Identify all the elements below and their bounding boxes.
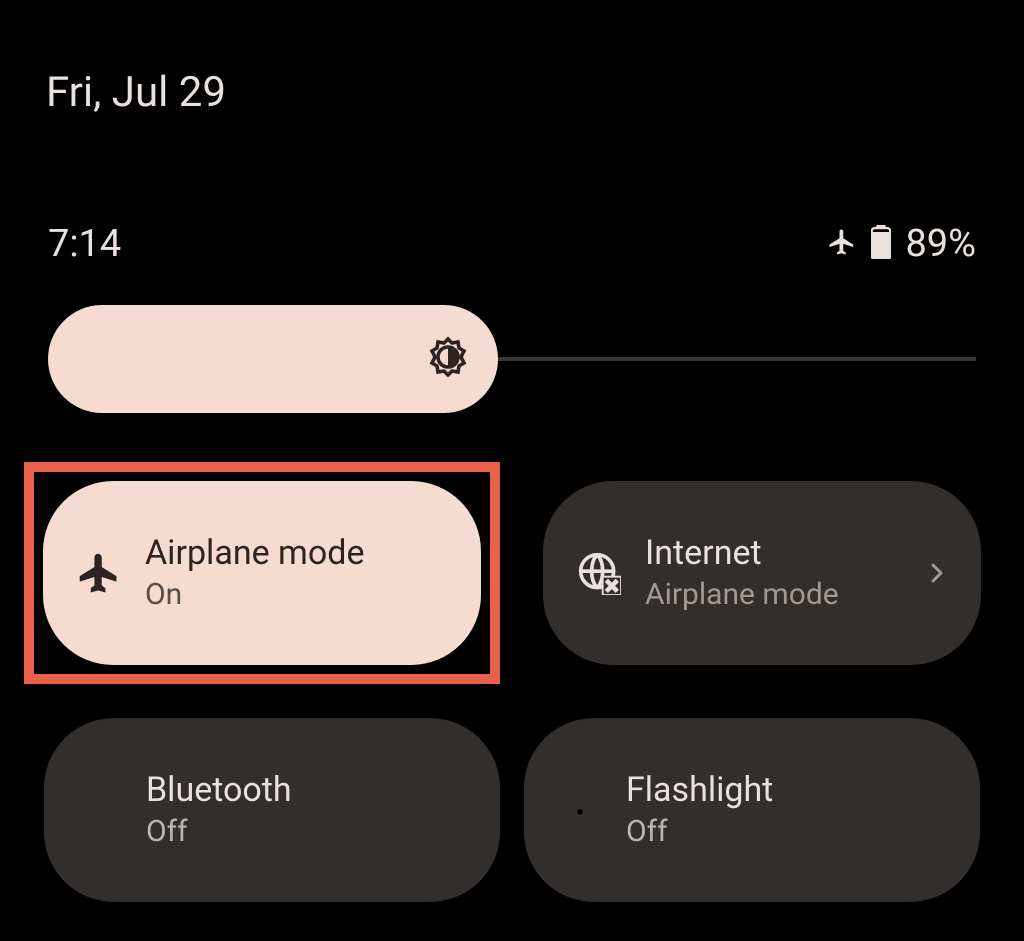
- date-label: Fri, Jul 29: [46, 68, 226, 117]
- brightness-slider[interactable]: [48, 305, 976, 413]
- bluetooth-icon: [76, 786, 124, 834]
- airplane-status-icon: [827, 227, 857, 261]
- internet-tile[interactable]: Internet Airplane mode: [543, 481, 981, 665]
- tile-subtitle: Off: [146, 814, 468, 850]
- tile-title: Bluetooth: [146, 770, 468, 811]
- bluetooth-tile[interactable]: Bluetooth Off: [44, 718, 500, 902]
- chevron-right-icon: [925, 561, 949, 585]
- tile-title: Flashlight: [626, 770, 948, 811]
- brightness-fill: [48, 305, 498, 413]
- tile-subtitle: Airplane mode: [645, 577, 903, 613]
- brightness-icon: [424, 333, 472, 385]
- airplane-icon: [75, 549, 123, 597]
- battery-percent: 89%: [905, 222, 976, 266]
- flashlight-tile[interactable]: Flashlight Off: [524, 718, 980, 902]
- globe-x-icon: [575, 549, 623, 597]
- internet-tile-wrapper: Internet Airplane mode: [524, 462, 1000, 684]
- tile-subtitle: On: [145, 577, 449, 613]
- status-time: 7:14: [48, 222, 121, 266]
- airplane-mode-tile[interactable]: Airplane mode On: [43, 481, 481, 665]
- tile-title: Internet: [645, 533, 903, 574]
- tile-title: Airplane mode: [145, 533, 449, 574]
- status-icons: 89%: [827, 222, 976, 266]
- battery-icon: [871, 225, 891, 263]
- flashlight-icon: [556, 786, 604, 834]
- airplane-mode-tile-wrapper: Airplane mode On: [24, 462, 500, 684]
- status-bar: 7:14 89%: [48, 222, 976, 266]
- tile-subtitle: Off: [626, 814, 948, 850]
